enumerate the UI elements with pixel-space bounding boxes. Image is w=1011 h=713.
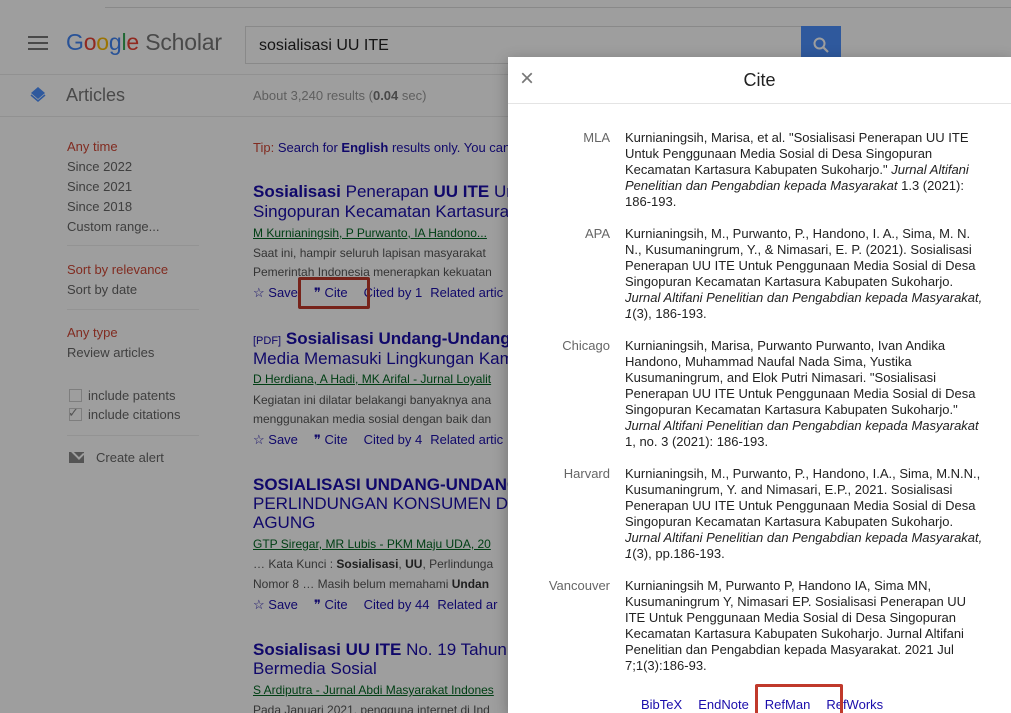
citation-text[interactable]: Kurnianingsih, Marisa, Purwanto Purwanto… bbox=[625, 338, 987, 450]
citation-text[interactable]: Kurnianingsih M, Purwanto P, Handono IA,… bbox=[625, 578, 987, 674]
citation-style-label: Harvard bbox=[563, 466, 610, 481]
citation-style-label: APA bbox=[584, 226, 610, 241]
export-bibtex-link[interactable]: BibTeX bbox=[641, 697, 682, 712]
citation-style-label: Chicago bbox=[562, 338, 610, 353]
dialog-header: × Cite bbox=[508, 57, 1011, 104]
refman-highlight-box bbox=[755, 684, 843, 713]
cite-dialog: × Cite MLA Kurnianingsih, Marisa, et al.… bbox=[508, 57, 1011, 713]
citation-style-label: MLA bbox=[583, 130, 610, 145]
dialog-title: Cite bbox=[743, 70, 776, 90]
citation-text[interactable]: Kurnianingsih, Marisa, et al. "Sosialisa… bbox=[625, 130, 987, 210]
export-endnote-link[interactable]: EndNote bbox=[698, 697, 749, 712]
citation-text[interactable]: Kurnianingsih, M., Purwanto, P., Handono… bbox=[625, 226, 987, 322]
citation-text[interactable]: Kurnianingsih, M., Purwanto, P., Handono… bbox=[625, 466, 987, 562]
citation-style-label: Vancouver bbox=[548, 578, 610, 593]
